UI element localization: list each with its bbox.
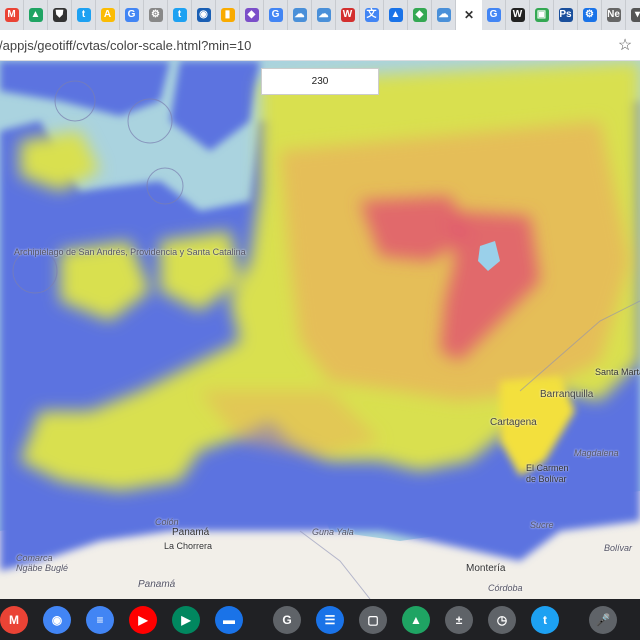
- label-comarca: Comarca Ngäbe Buglé: [16, 553, 69, 573]
- wordpress-icon: W: [340, 8, 355, 22]
- twitter-icon[interactable]: t: [531, 606, 559, 634]
- label-bolivar: Bolívar: [604, 543, 633, 553]
- gear-icon: ⚙: [148, 8, 163, 22]
- google-icon: G: [124, 8, 139, 22]
- browser-tab-4[interactable]: A: [96, 0, 120, 30]
- photoshop-icon: Ps: [558, 8, 573, 22]
- label-guna-yala: Guna Yala: [312, 527, 354, 537]
- chrome-icon[interactable]: ◉: [43, 606, 71, 634]
- triangle-icon: ▲: [388, 8, 403, 22]
- browser-tab-6[interactable]: ⚙: [144, 0, 168, 30]
- maps-icon: ◆: [412, 8, 427, 22]
- news-icon: Ne: [606, 8, 621, 22]
- browser-tab-15[interactable]: 文: [360, 0, 384, 30]
- browser-tab-11[interactable]: G: [264, 0, 288, 30]
- label-colon: Colón: [155, 517, 179, 527]
- label-panama-region: Panamá: [138, 579, 176, 590]
- browser-tab-21[interactable]: W: [506, 0, 530, 30]
- translate-icon: 文: [364, 8, 379, 22]
- twitter-icon: t: [172, 8, 187, 22]
- twitter-icon: t: [76, 8, 91, 22]
- browser-tab-8[interactable]: ◉: [192, 0, 216, 30]
- label-panama-city: Panamá: [172, 527, 210, 538]
- messages-icon[interactable]: ☰: [316, 606, 344, 634]
- label-archipelago: Archipiélago de San Andrés, Providencia …: [14, 247, 246, 257]
- cloud-icon: ☁: [292, 8, 307, 22]
- google-icon: G: [268, 8, 283, 22]
- browser-tab-24[interactable]: ⚙: [578, 0, 602, 30]
- browser-tab-14[interactable]: W: [336, 0, 360, 30]
- cloud-icon: ☁: [436, 8, 451, 22]
- browser-tab-9[interactable]: ▮: [216, 0, 240, 30]
- bookmark-star-icon[interactable]: ☆: [610, 35, 640, 55]
- browser-tab-26[interactable]: ▾: [626, 0, 640, 30]
- browser-tab-20[interactable]: G: [482, 0, 506, 30]
- gear-icon: ⚙: [582, 8, 597, 22]
- close-icon[interactable]: ✕: [462, 8, 476, 22]
- tab-strip: M ▲ ⛊ t A G ⚙ t ◉ ▮ ◆ G ☁ ☁ W 文 ▲ ◆ ☁ ✕ G W ▣ Ps ⚙ Ne ▾: [0, 0, 640, 30]
- url-field[interactable]: /appjs/geotiff/cvtas/color-scale.html?mi…: [0, 38, 610, 53]
- clock-icon[interactable]: ◷: [488, 606, 516, 634]
- cube-icon: ◆: [244, 8, 259, 22]
- label-cordoba: Córdoba: [488, 583, 523, 593]
- map-viewport[interactable]: Archipiélago de San Andrés, Providencia …: [0, 61, 640, 599]
- image-icon: ▣: [534, 8, 549, 22]
- youtube-icon[interactable]: ▶: [129, 606, 157, 634]
- label-cartagena: Cartagena: [490, 417, 537, 428]
- label-barranquilla: Barranquilla: [540, 389, 594, 400]
- browser-tab-1[interactable]: ▲: [24, 0, 48, 30]
- browser-tab-5[interactable]: G: [120, 0, 144, 30]
- dropdown-icon: ▾: [630, 8, 640, 22]
- screenshot-icon[interactable]: ▢: [359, 606, 387, 634]
- browser-tab-3[interactable]: t: [72, 0, 96, 30]
- label-la-chorrera: La Chorrera: [164, 541, 213, 551]
- browser-tab-23[interactable]: Ps: [554, 0, 578, 30]
- google-icon: G: [486, 8, 501, 22]
- wikipedia-icon: W: [510, 8, 525, 22]
- browser-tab-10[interactable]: ◆: [240, 0, 264, 30]
- docs-icon[interactable]: ≡: [86, 606, 114, 634]
- browser-tab-12[interactable]: ☁: [288, 0, 312, 30]
- noaa-icon: ◉: [196, 8, 211, 22]
- drive-icon[interactable]: ▲: [402, 606, 430, 634]
- browser-tab-18[interactable]: ☁: [432, 0, 456, 30]
- browser-tab-25[interactable]: Ne: [602, 0, 626, 30]
- label-sucre: Sucre: [530, 520, 554, 530]
- ads-icon: A: [100, 8, 115, 22]
- cloud-icon: ☁: [316, 8, 331, 22]
- label-el-carmen: El Carmen de Bolívar: [526, 463, 569, 484]
- shield-icon: ⛊: [52, 8, 67, 22]
- address-bar: /appjs/geotiff/cvtas/color-scale.html?mi…: [0, 30, 640, 61]
- play-store-icon[interactable]: ▶: [172, 606, 200, 634]
- browser-tab-19[interactable]: ✕: [456, 0, 482, 30]
- microphone-icon[interactable]: 🎤: [589, 606, 617, 634]
- drive-icon: ▲: [28, 8, 43, 22]
- label-santa-marta: Santa Marta: [595, 367, 640, 377]
- browser-tab-7[interactable]: t: [168, 0, 192, 30]
- browser-tab-17[interactable]: ◆: [408, 0, 432, 30]
- browser-tab-13[interactable]: ☁: [312, 0, 336, 30]
- gmail-icon[interactable]: M: [0, 606, 28, 634]
- analytics-icon: ▮: [220, 8, 235, 22]
- label-magdalena: Magdalena: [574, 448, 619, 458]
- files-icon[interactable]: ▬: [215, 606, 243, 634]
- browser-tab-2[interactable]: ⛊: [48, 0, 72, 30]
- label-monteria: Montería: [466, 563, 506, 574]
- calculator-icon[interactable]: ±: [445, 606, 473, 634]
- browser-tab-16[interactable]: ▲: [384, 0, 408, 30]
- value-readout-box: 230: [261, 68, 379, 95]
- browser-tab-0[interactable]: M: [0, 0, 24, 30]
- g-app-icon[interactable]: G: [273, 606, 301, 634]
- heatmap-layer: [0, 61, 640, 599]
- browser-tab-22[interactable]: ▣: [530, 0, 554, 30]
- gmail-icon: M: [4, 8, 19, 22]
